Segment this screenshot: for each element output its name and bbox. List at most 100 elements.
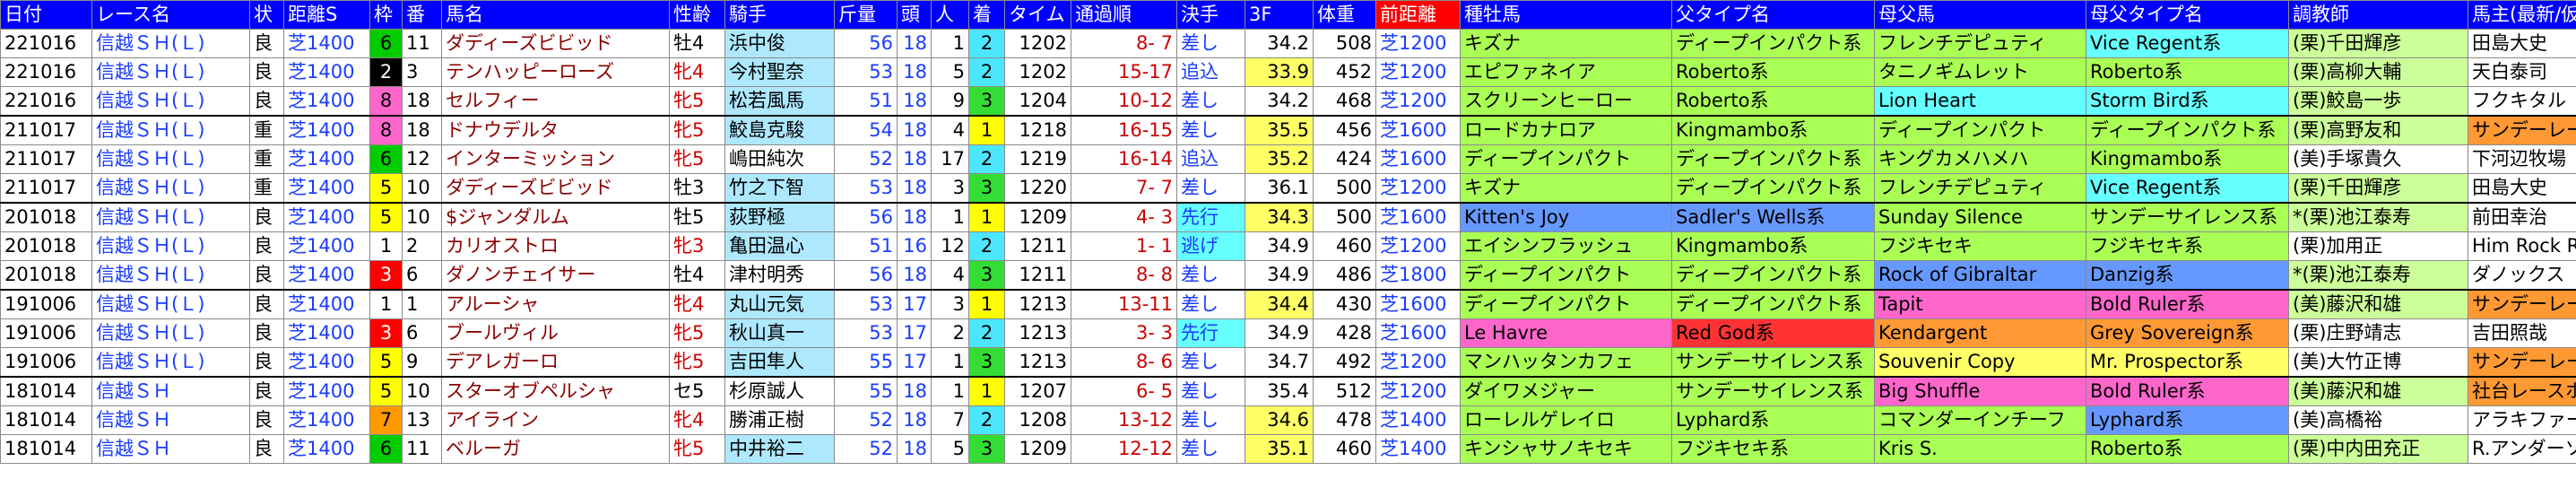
field-size-cell: 18 xyxy=(897,376,932,406)
horse-number-cell: 1 xyxy=(402,289,442,319)
weight-carried-cell: 53 xyxy=(834,173,898,204)
race-name-cell: 信越ＳＨ(Ｌ) xyxy=(91,347,250,378)
last3f-cell: 36.1 xyxy=(1245,173,1314,204)
race-name-cell: 信越ＳＨ(Ｌ) xyxy=(91,260,250,291)
last3f-cell: 35.5 xyxy=(1245,115,1314,145)
sire-type-cell: ディープインパクト系 xyxy=(1671,29,1875,58)
sire-cell: エイシンフラッシュ xyxy=(1460,231,1672,261)
race-name-cell: 信越ＳＨ xyxy=(91,376,250,406)
time-cell: 1218 xyxy=(1004,115,1071,145)
distance-cell: 芝1400 xyxy=(283,376,370,406)
race-name-cell: 信越ＳＨ(Ｌ) xyxy=(91,202,250,232)
date-cell: 201018 xyxy=(0,260,92,291)
trainer-cell: (栗)鮫島一歩 xyxy=(2288,86,2468,117)
passing-order-cell: 8- 7 xyxy=(1071,29,1177,58)
jockey-cell: 亀田温心 xyxy=(724,231,835,261)
horse-name-cell: テンハッピーローズ xyxy=(441,57,670,87)
last3f-cell: 34.6 xyxy=(1245,405,1314,435)
dam-sire-type-cell: ディープインパクト系 xyxy=(2086,115,2289,145)
sire-type-cell: サンデーサイレンス系 xyxy=(1671,347,1875,378)
dam-sire-type-cell: Bold Ruler系 xyxy=(2086,376,2289,406)
owner-cell: Him Rock Rac xyxy=(2468,231,2576,261)
running-style-cell: 差し xyxy=(1176,173,1245,204)
passing-order-cell: 6- 5 xyxy=(1071,376,1177,406)
column-header: 馬主(最新/仮 xyxy=(2468,0,2576,30)
jockey-cell: 中井裕二 xyxy=(724,434,835,464)
field-size-cell: 18 xyxy=(897,29,932,58)
prev-distance-cell: 芝1600 xyxy=(1375,318,1461,348)
jockey-cell: 嶋田純次 xyxy=(724,144,835,174)
prev-distance-cell: 芝1200 xyxy=(1375,376,1461,406)
horse-number-cell: 12 xyxy=(402,144,442,174)
sex-age-cell: セ5 xyxy=(669,376,725,406)
horse-number-cell: 13 xyxy=(402,405,442,435)
running-style-cell: 差し xyxy=(1176,405,1245,435)
horse-name-cell: $ジャンダルム xyxy=(441,202,670,232)
date-cell: 181014 xyxy=(0,405,92,435)
dam-sire-cell: ディープインパクト xyxy=(1874,115,2086,145)
owner-cell: 田島大史 xyxy=(2468,29,2576,58)
dam-sire-cell: Tapit xyxy=(1874,289,2086,319)
time-cell: 1207 xyxy=(1004,376,1071,406)
table-row: 201018 信越ＳＨ(Ｌ) 良芝1400 5 10 $ジャンダルム 牡5 荻野極 56 18 1 1… xyxy=(0,202,2576,232)
horse-name-cell: スターオブペルシャ xyxy=(441,376,670,406)
weight-carried-cell: 52 xyxy=(834,144,898,174)
weight-carried-cell: 53 xyxy=(834,57,898,87)
dam-sire-cell: キングカメハメハ xyxy=(1874,144,2086,174)
time-cell: 1202 xyxy=(1004,29,1071,58)
finish-cell: 2 xyxy=(968,318,1005,348)
sire-cell: ロードカナロア xyxy=(1460,115,1672,145)
popularity-cell: 5 xyxy=(931,434,969,464)
sire-cell: ダイワメジャー xyxy=(1460,376,1672,406)
last3f-cell: 34.2 xyxy=(1245,29,1314,58)
horse-name-cell: ダノンチェイサー xyxy=(441,260,670,291)
sire-type-cell: ディープインパクト系 xyxy=(1671,260,1875,291)
owner-cell: 下河辺牧場 xyxy=(2468,144,2576,174)
last3f-cell: 34.9 xyxy=(1245,260,1314,291)
distance-cell: 芝1400 xyxy=(283,318,370,348)
popularity-cell: 9 xyxy=(931,86,969,117)
horse-number-cell: 9 xyxy=(402,347,442,378)
prev-distance-cell: 芝1200 xyxy=(1375,29,1461,58)
popularity-cell: 5 xyxy=(931,57,969,87)
race-name-cell: 信越ＳＨ(Ｌ) xyxy=(91,115,250,145)
race-name-cell: 信越ＳＨ(Ｌ) xyxy=(91,144,250,174)
dam-sire-type-cell: Kingmambo系 xyxy=(2086,144,2289,174)
distance-cell: 芝1400 xyxy=(283,260,370,291)
passing-order-cell: 13-11 xyxy=(1071,289,1177,319)
sex-age-cell: 牝3 xyxy=(669,231,725,261)
sire-type-cell: Roberto系 xyxy=(1671,86,1875,117)
horse-number-cell: 3 xyxy=(402,57,442,87)
weight-carried-cell: 53 xyxy=(834,318,898,348)
dam-sire-type-cell: フジキセキ系 xyxy=(2086,231,2289,261)
horse-name-cell: インターミッション xyxy=(441,144,670,174)
distance-cell: 芝1400 xyxy=(283,144,370,174)
column-header: 番 xyxy=(402,0,442,30)
sire-type-cell: ディープインパクト系 xyxy=(1671,289,1875,319)
horse-number-cell: 11 xyxy=(402,29,442,58)
field-size-cell: 17 xyxy=(897,289,932,319)
waku-cell: 5 xyxy=(369,173,403,204)
table-row: 221016 信越ＳＨ(Ｌ) 良芝1400 2 3 テンハッピーローズ 牝4 今村聖奈 53 18… xyxy=(0,57,2576,87)
race-name-cell: 信越ＳＨ(Ｌ) xyxy=(91,57,250,87)
sire-type-cell: Sadler's Wells系 xyxy=(1671,202,1875,232)
dam-sire-type-cell: Storm Bird系 xyxy=(2086,86,2289,117)
table-row: 211017 信越ＳＨ(Ｌ) 重芝1400 5 10 ダディーズビビッド 牡3 竹之下智 53 1… xyxy=(0,173,2576,204)
waku-cell: 6 xyxy=(369,144,403,174)
sire-type-cell: Kingmambo系 xyxy=(1671,231,1875,261)
popularity-cell: 12 xyxy=(931,231,969,261)
table-row: 201018 信越ＳＨ(Ｌ) 良芝1400 3 6 ダノンチェイサー 牡4 津村明秀 56 18 4… xyxy=(0,260,2576,291)
body-weight-cell: 460 xyxy=(1313,434,1376,464)
passing-order-cell: 8- 6 xyxy=(1071,347,1177,378)
popularity-cell: 1 xyxy=(931,347,969,378)
field-size-cell: 18 xyxy=(897,57,932,87)
last3f-cell: 34.7 xyxy=(1245,347,1314,378)
passing-order-cell: 12-12 xyxy=(1071,434,1177,464)
jockey-cell: 浜中俊 xyxy=(724,29,835,58)
column-header: 決手 xyxy=(1176,0,1245,30)
trainer-cell: (栗)千田輝彦 xyxy=(2288,173,2468,204)
prev-distance-cell: 芝1400 xyxy=(1375,405,1461,435)
horse-number-cell: 2 xyxy=(402,231,442,261)
track-cond-cell: 良 xyxy=(249,318,284,348)
sex-age-cell: 牡4 xyxy=(669,260,725,291)
